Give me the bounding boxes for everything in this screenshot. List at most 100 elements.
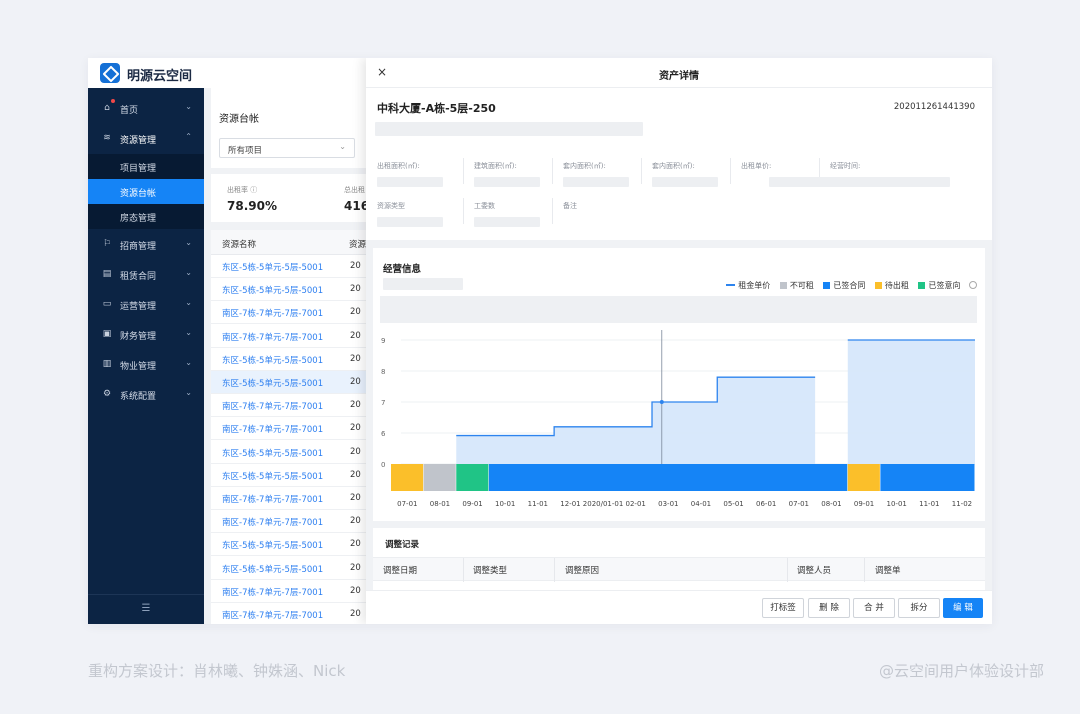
asset-code: 202011261441390 [893, 102, 975, 112]
status-band-待出租 [391, 464, 424, 491]
monitor-icon: ▭ [102, 299, 112, 309]
x-tick-label: 10-01 [495, 500, 515, 508]
resource-name-link[interactable]: 东区-5栋-5单元-5层-5001 [222, 284, 323, 296]
split-button[interactable]: 拆分 [898, 598, 940, 618]
page-title: 资源台帐 [219, 114, 259, 125]
table-row[interactable]: 东区-5栋-5单元-5层-5001 20 [211, 441, 366, 464]
table-header: 资源名称 资源 [211, 230, 366, 255]
sidebar-subitem-label: 资源台帐 [120, 189, 157, 199]
table-row[interactable]: 南区-7栋-7单元-7层-7001 20 [211, 394, 366, 418]
sidebar-subitem-ledger[interactable]: 资源台帐 [88, 179, 204, 204]
sidebar-item-settings[interactable]: ⚙ 系统配置 ⌄ [88, 382, 204, 408]
resource-name-link[interactable]: 南区-7栋-7单元-7层-7001 [222, 400, 323, 412]
settings-icon: ⚙ [102, 389, 112, 399]
resource-value: 20 [350, 562, 361, 573]
table-row[interactable]: 南区-7栋-7单元-7层-7001 20 [211, 487, 366, 510]
placeholder-value [652, 177, 718, 187]
sidebar-item-resources[interactable]: ≋ 资源管理 ⌃ [88, 126, 204, 152]
sidebar-item-finance[interactable]: ▣ 财务管理 ⌄ [88, 322, 204, 348]
delete-button[interactable]: 删 除 [808, 598, 850, 618]
table-row[interactable]: 东区-5栋-5单元-5层-5001 20 [211, 348, 366, 371]
table-row[interactable]: 东区-5栋-5单元-5层-5001 20 [211, 371, 366, 394]
project-select[interactable]: 所有项目 ⌄ [219, 138, 355, 158]
resource-name-link[interactable]: 南区-7栋-7单元-7层-7001 [222, 586, 323, 598]
resource-value: 20 [350, 446, 361, 457]
drawer-header: × 资产详情 [366, 58, 992, 88]
y-tick-label: 0 [381, 461, 385, 469]
x-tick-label: 11-01 [528, 500, 548, 508]
status-band-已签意向 [456, 464, 489, 491]
rent-chart[interactable]: 0 6 7 8 9 07-01 08-01 09-01 10-01 11-01 12-01 2020/… [373, 248, 985, 521]
sidebar-item-leasing[interactable]: ⚐ 招商管理 ⌄ [88, 232, 204, 258]
x-tick-label: 11-02 [952, 500, 972, 508]
placeholder-value [563, 177, 629, 187]
resource-value: 20 [350, 609, 361, 619]
divider [463, 158, 464, 184]
table-row[interactable]: 南区-7栋-7单元-7层-7001 20 [211, 510, 366, 534]
resource-name-link[interactable]: 东区-5栋-5单元-5层-5001 [222, 354, 323, 366]
resource-name-link[interactable]: 南区-7栋-7单元-7层-7001 [222, 609, 323, 621]
total-rent-label: 总出租 [344, 186, 365, 194]
resource-name-link[interactable]: 东区-5栋-5单元-5层-5001 [222, 261, 323, 273]
sidebar-item-operations[interactable]: ▭ 运营管理 ⌄ [88, 292, 204, 318]
table-row[interactable]: 东区-5栋-5单元-5层-5001 20 [211, 464, 366, 487]
x-tick-label: 06-01 [756, 500, 776, 508]
sidebar-subitem-label: 项目管理 [120, 164, 157, 174]
placeholder-value [377, 177, 443, 187]
sidebar-item-home[interactable]: ⌂ 首页 ⌄ [88, 96, 204, 122]
column-header-name: 资源名称 [222, 240, 257, 250]
resource-name-link[interactable]: 南区-7栋-7单元-7层-7001 [222, 307, 323, 319]
x-tick-label: 08-01 [430, 500, 450, 508]
resource-value: 20 [350, 585, 361, 596]
rent-area [847, 340, 975, 464]
sidebar-subitem-projects[interactable]: 项目管理 [88, 154, 204, 179]
table-row[interactable]: 南区-7栋-7单元-7层-7001 20 [211, 325, 366, 348]
field-label-unit-price: 出租单价: [741, 162, 772, 170]
chevron-up-icon: ⌃ [185, 132, 192, 141]
resource-name-link[interactable]: 南区-7栋-7单元-7层-7001 [222, 423, 323, 435]
divider [552, 158, 553, 184]
layers-icon: ≋ [103, 133, 111, 143]
resource-name-link[interactable]: 东区-5栋-5单元-5层-5001 [222, 377, 323, 389]
table-row[interactable]: 南区-7栋-7单元-7层-7001 20 [211, 580, 366, 603]
ledger-header: 资源台帐 所有项目 ⌄ [211, 88, 366, 168]
x-tick-label: 12-01 [560, 500, 580, 508]
resource-name-link[interactable]: 南区-7栋-7单元-7层-7001 [222, 331, 323, 343]
resource-name-link[interactable]: 东区-5栋-5单元-5层-5001 [222, 563, 323, 575]
status-band-已签合同 [488, 464, 848, 491]
tag-button[interactable]: 打标签 [762, 598, 804, 618]
table-row[interactable]: 南区-7栋-7单元-7层-7001 20 [211, 301, 366, 325]
divider [787, 558, 788, 582]
sidebar-item-contracts[interactable]: ▤ 租赁合同 ⌄ [88, 262, 204, 288]
table-row[interactable]: 东区-5栋-5单元-5层-5001 20 [211, 557, 366, 580]
resource-name-link[interactable]: 东区-5栋-5单元-5层-5001 [222, 539, 323, 551]
resource-name-link[interactable]: 东区-5栋-5单元-5层-5001 [222, 447, 323, 459]
sidebar-item-label: 财务管理 [120, 332, 157, 342]
field-label-operating-time: 经营时间: [830, 162, 861, 170]
asset-info-card: 中科大厦-A栋-5层-250 202011261441390 出租面积(㎡): … [366, 88, 992, 240]
table-row[interactable]: 南区-7栋-7单元-7层-7001 20 [211, 603, 366, 624]
placeholder-value [830, 177, 950, 187]
sidebar-subitem-room-status[interactable]: 房态管理 [88, 204, 204, 229]
sidebar-item-property[interactable]: ▥ 物业管理 ⌄ [88, 352, 204, 378]
sidebar-collapse-button[interactable]: ☰ [88, 594, 204, 624]
resource-name-link[interactable]: 南区-7栋-7单元-7层-7001 [222, 493, 323, 505]
operations-card: 经营信息 租金单价 不可租 已签合同 待出租 已签意向 0 6 7 8 9 07-01 08… [373, 248, 985, 521]
log-table-header: 调整日期 调整类型 调整原因 调整人员 调整单 [373, 557, 985, 582]
resource-name-link[interactable]: 东区-5栋-5单元-5层-5001 [222, 470, 323, 482]
table-row[interactable]: 东区-5栋-5单元-5层-5001 20 [211, 278, 366, 302]
rent-area [456, 377, 816, 464]
edit-button[interactable]: 编 辑 [943, 598, 983, 618]
resource-name-link[interactable]: 南区-7栋-7单元-7层-7001 [222, 516, 323, 528]
resource-value: 20 [350, 516, 361, 527]
x-tick-label: 03-01 [658, 500, 678, 508]
x-tick-label: 07-01 [397, 500, 417, 508]
column-header-resource: 资源 [349, 240, 367, 250]
table-row[interactable]: 东区-5栋-5单元-5层-5001 20 [211, 255, 366, 278]
merge-button[interactable]: 合 并 [853, 598, 895, 618]
y-tick-label: 8 [381, 368, 385, 376]
field-label-inner-area: 套内面积(㎡): [563, 162, 606, 170]
table-row[interactable]: 东区-5栋-5单元-5层-5001 20 [211, 533, 366, 557]
table-row[interactable]: 南区-7栋-7单元-7层-7001 20 [211, 417, 366, 441]
asset-name: 中科大厦-A栋-5层-250 [377, 102, 496, 115]
